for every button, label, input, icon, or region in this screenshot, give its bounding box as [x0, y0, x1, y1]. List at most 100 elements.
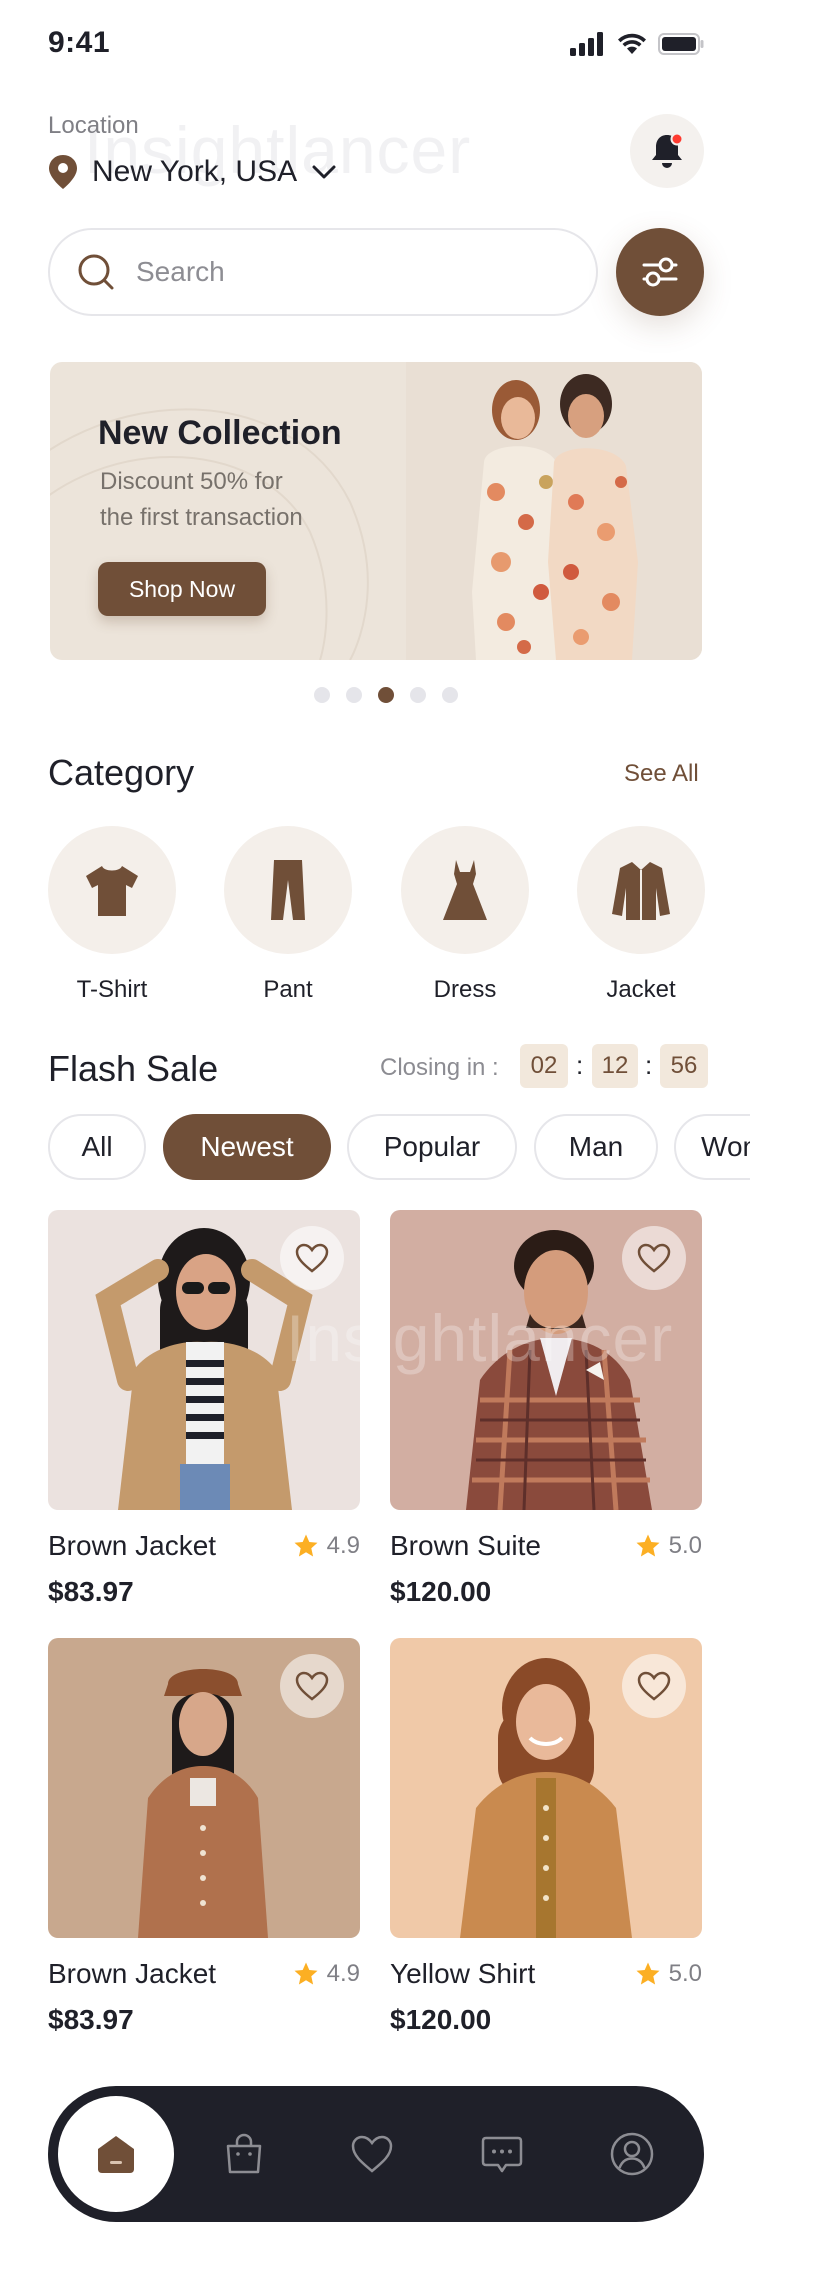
location-selector[interactable]: New York, USA	[48, 154, 337, 190]
location-label: Location	[48, 112, 139, 139]
chevron-down-icon	[312, 165, 336, 179]
nav-chat[interactable]	[444, 2096, 560, 2212]
product-price: $120.00	[390, 2004, 492, 2035]
product-name: Brown Jacket	[48, 1958, 217, 1989]
product-price: $83.97	[48, 2004, 134, 2035]
timer-seconds: 56	[660, 1044, 708, 1088]
product-rating: 5.0	[635, 1532, 702, 1560]
nav-wishlist[interactable]	[314, 2096, 430, 2212]
favorite-button[interactable]	[280, 1226, 344, 1290]
status-icons	[570, 30, 706, 58]
product-rating: 5.0	[635, 1960, 702, 1988]
product-name: Brown Suite	[390, 1530, 541, 1561]
filter-icon	[642, 257, 678, 287]
favorite-button[interactable]	[622, 1226, 686, 1290]
watermark: Insightlancer	[286, 1301, 674, 1375]
star-icon	[294, 1534, 318, 1557]
banner-title: New Collection	[98, 414, 342, 452]
timer-hours: 02	[520, 1044, 568, 1088]
product-image	[48, 1638, 360, 1938]
search-input[interactable]	[136, 256, 556, 288]
favorite-button[interactable]	[280, 1654, 344, 1718]
wifi-icon	[618, 33, 646, 54]
shop-now-button[interactable]: Shop Now	[98, 562, 266, 616]
product-image	[390, 1638, 702, 1938]
chip-all[interactable]: All	[48, 1114, 146, 1180]
nav-cart[interactable]	[186, 2096, 302, 2212]
star-icon	[636, 1534, 660, 1557]
product-name: Yellow Shirt	[390, 1958, 536, 1989]
category-item-jacket[interactable]: Jacket	[577, 826, 705, 1004]
chip-newest[interactable]: Newest	[163, 1114, 331, 1180]
dress-icon	[443, 860, 487, 920]
search-bar[interactable]	[48, 228, 598, 316]
product-name: Brown Jacket	[48, 1530, 217, 1561]
battery-icon	[658, 33, 704, 55]
product-price: $83.97	[48, 1576, 134, 1607]
jacket-icon	[612, 862, 670, 920]
banner-models-image	[406, 362, 702, 660]
category-label: Pant	[263, 976, 313, 1003]
chip-popular[interactable]: Popular	[347, 1114, 517, 1180]
filter-chips: All Newest Popular Man Woman	[48, 1114, 750, 1182]
star-icon	[294, 1962, 318, 1985]
rating-value: 5.0	[668, 1960, 702, 1987]
location-pin-icon	[49, 155, 77, 189]
product-rating: 4.9	[293, 1960, 360, 1988]
banner-subtitle-line2: the first transaction	[100, 504, 303, 531]
category-label: Dress	[433, 976, 497, 1003]
category-item-dress[interactable]: Dress	[401, 826, 529, 1004]
filter-button[interactable]	[616, 228, 704, 316]
category-title: Category	[48, 752, 195, 793]
bell-icon	[652, 132, 684, 168]
star-icon	[636, 1962, 660, 1985]
closing-label: Closing in :	[380, 1054, 499, 1081]
pant-icon	[271, 860, 305, 920]
product-card[interactable]: Brown Jacket 4.9 $83.97	[48, 1638, 360, 2035]
pagination-dot[interactable]	[314, 687, 330, 703]
heart-icon	[637, 1243, 671, 1273]
status-time: 9:41	[48, 26, 111, 59]
product-card[interactable]: Yellow Shirt 5.0 $120.00	[390, 1638, 702, 2035]
notification-button[interactable]	[630, 114, 704, 188]
bag-icon	[226, 2133, 262, 2174]
location-value: New York, USA	[92, 155, 298, 188]
pagination-dot[interactable]	[346, 687, 362, 703]
category-see-all-link[interactable]: See All	[624, 760, 699, 788]
category-label: Jacket	[606, 976, 676, 1003]
nav-home[interactable]	[58, 2096, 174, 2212]
profile-icon	[610, 2132, 654, 2176]
pagination-dot[interactable]	[442, 687, 458, 703]
timer-separator: :	[645, 1050, 653, 1080]
category-item-pant[interactable]: Pant	[224, 826, 352, 1004]
product-rating: 4.9	[293, 1532, 360, 1560]
chat-icon	[481, 2136, 523, 2173]
category-item-tshirt[interactable]: T-Shirt	[48, 826, 176, 1004]
rating-value: 5.0	[668, 1532, 702, 1559]
heart-icon	[295, 1243, 329, 1273]
pagination-dot-active[interactable]	[378, 687, 394, 703]
rating-value: 4.9	[326, 1532, 360, 1559]
nav-profile[interactable]	[574, 2096, 690, 2212]
pagination-dot[interactable]	[410, 687, 426, 703]
banner-subtitle-line1: Discount 50% for	[100, 468, 283, 495]
promo-banner[interactable]: New Collection Discount 50% for the firs…	[50, 362, 702, 660]
product-price: $120.00	[390, 1576, 492, 1607]
heart-icon	[637, 1671, 671, 1701]
banner-pagination	[314, 687, 458, 703]
tshirt-icon	[86, 866, 138, 916]
flash-sale-title: Flash Sale	[48, 1048, 219, 1089]
bottom-navigation	[48, 2086, 704, 2222]
chip-woman[interactable]: Woman	[674, 1114, 750, 1180]
favorite-button[interactable]	[622, 1654, 686, 1718]
heart-icon	[295, 1671, 329, 1701]
category-label: T-Shirt	[76, 976, 148, 1003]
signal-icon	[570, 32, 603, 56]
timer-separator: :	[576, 1050, 584, 1080]
home-icon	[98, 2136, 134, 2173]
timer-minutes: 12	[592, 1044, 638, 1088]
search-icon	[78, 254, 114, 290]
heart-icon	[351, 2135, 393, 2173]
chip-man[interactable]: Man	[534, 1114, 658, 1180]
rating-value: 4.9	[326, 1960, 360, 1987]
